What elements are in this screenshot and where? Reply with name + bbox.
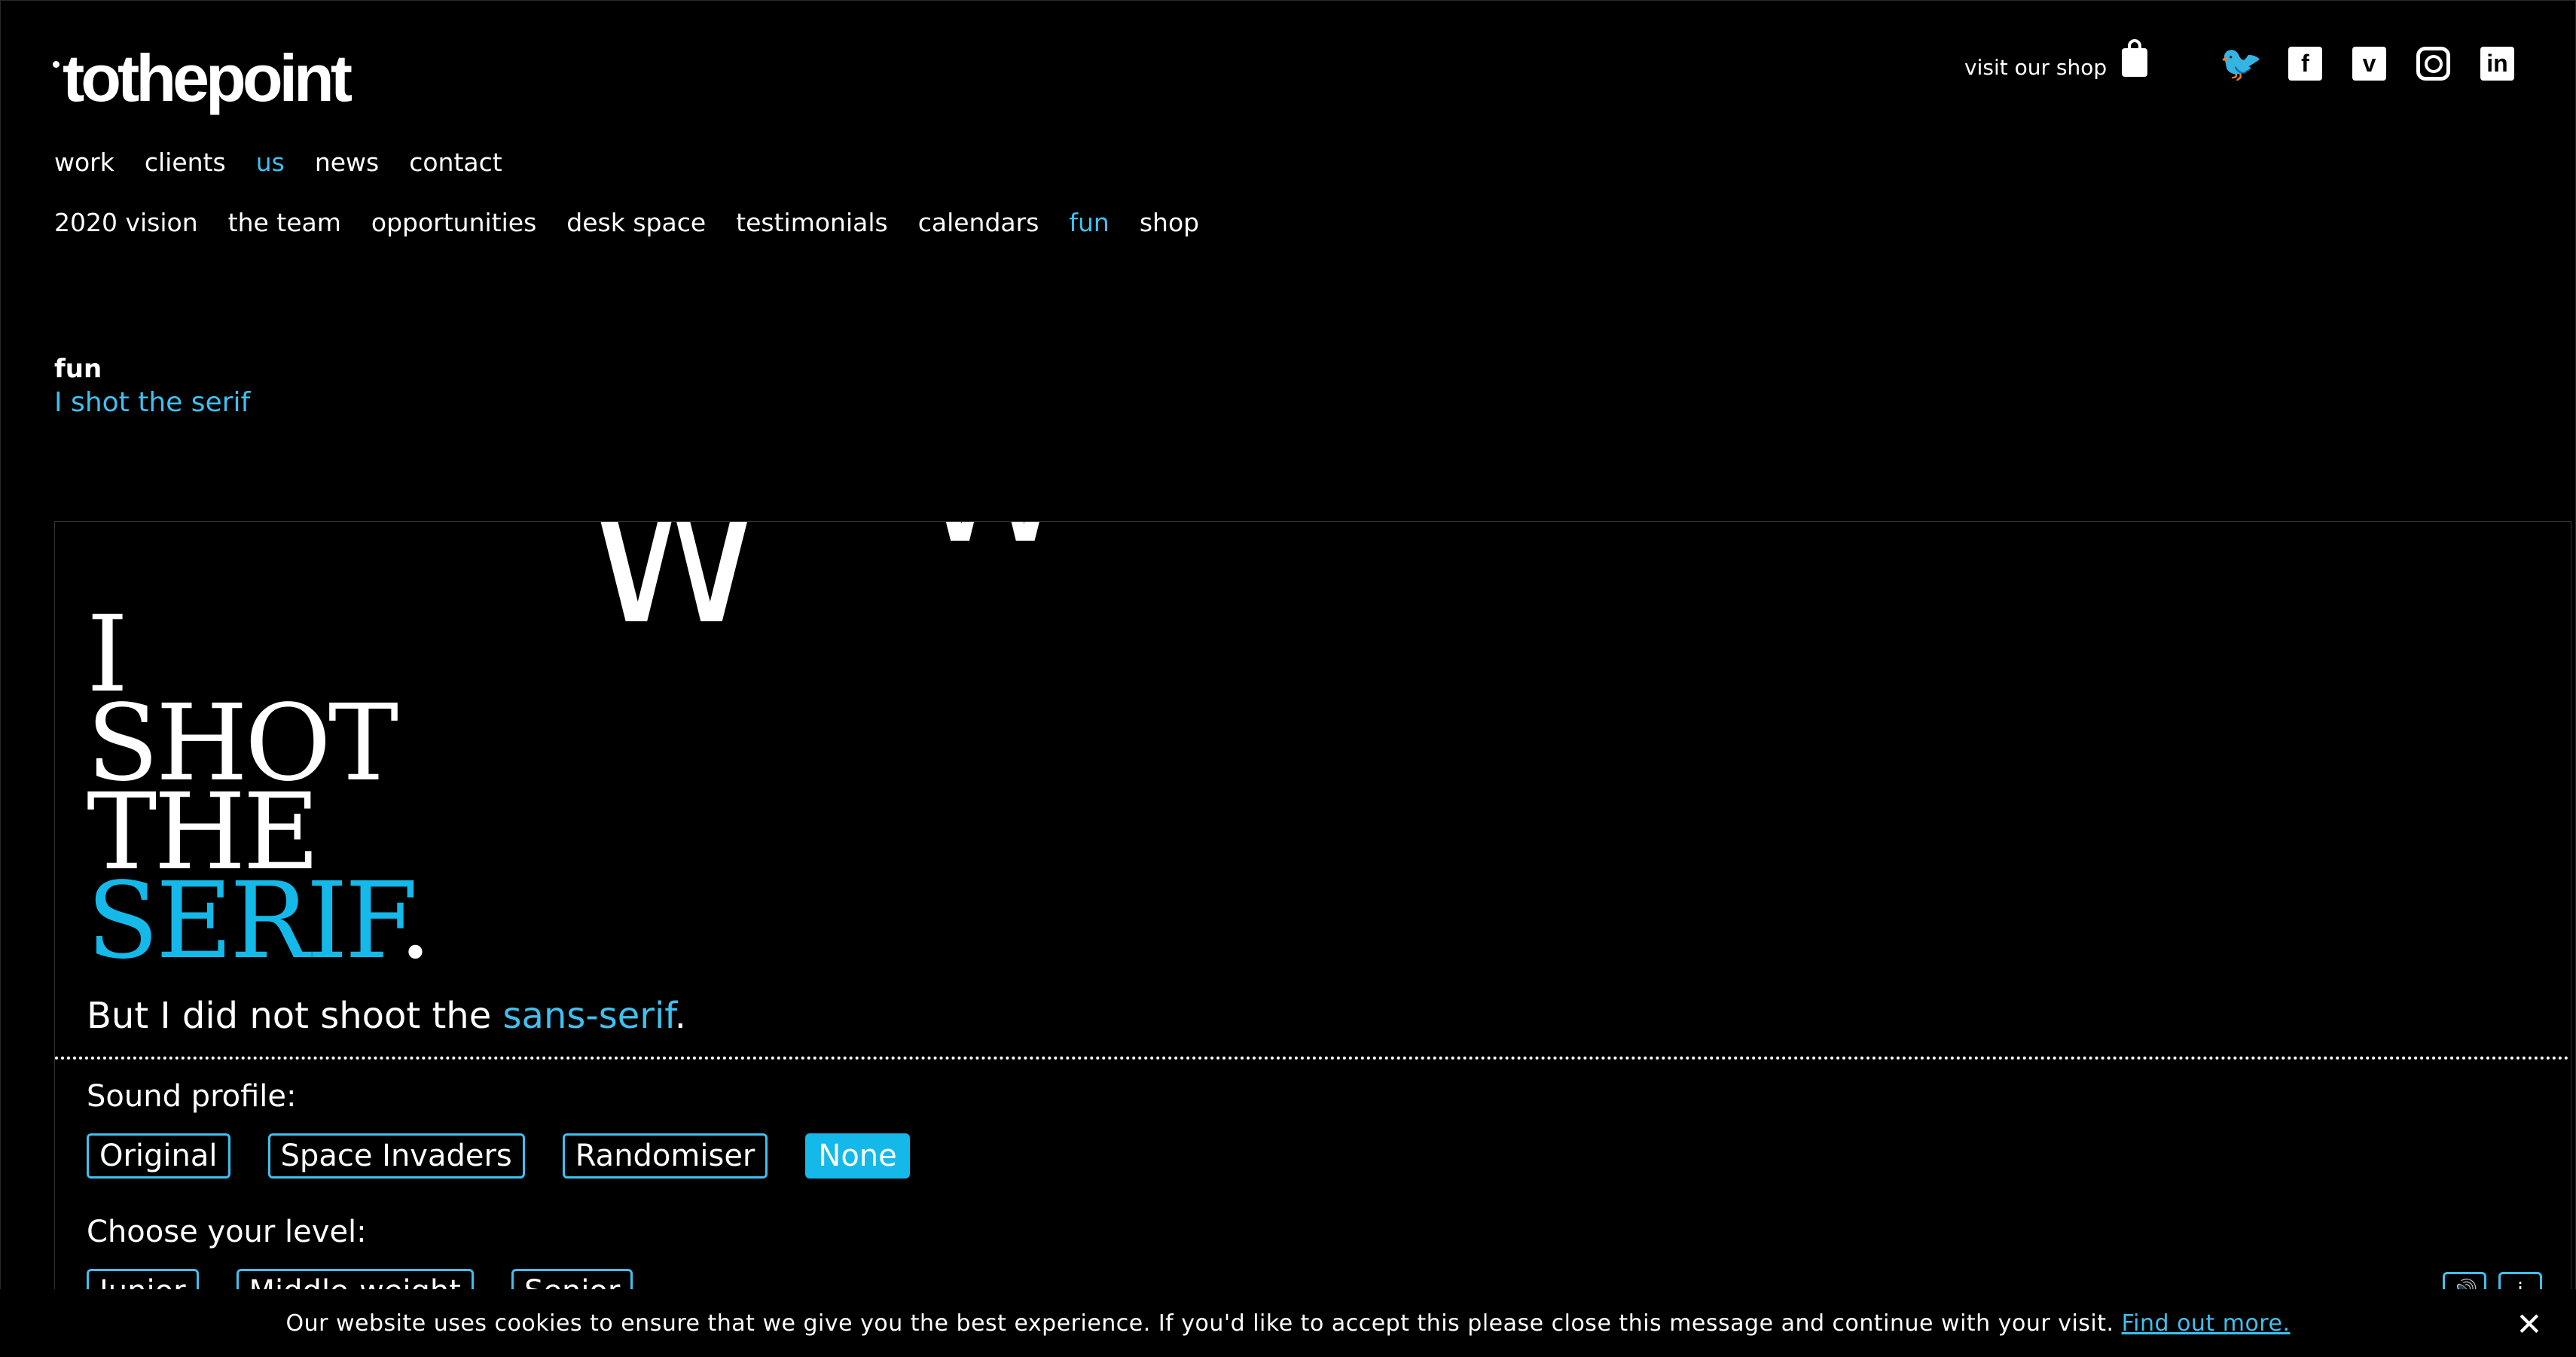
section-title: fun — [54, 354, 102, 384]
nav-item-news[interactable]: news — [315, 148, 379, 177]
tagline-accent: sans-serif — [502, 995, 675, 1037]
cookie-message: Our website uses cookies to ensure that … — [285, 1310, 2114, 1337]
nav-item-the-team[interactable]: the team — [228, 208, 341, 237]
level-junior-button[interactable]: Junior — [87, 1269, 199, 1290]
sound-profile-options: Original Space Invaders Randomiser None — [87, 1133, 910, 1179]
nav-item-clients[interactable]: clients — [145, 148, 226, 177]
sound-none-button[interactable]: None — [805, 1133, 910, 1179]
nav-item-work[interactable]: work — [54, 148, 114, 177]
sound-space-invaders-button[interactable]: Space Invaders — [267, 1133, 525, 1179]
vimeo-icon[interactable]: v — [2352, 47, 2386, 81]
nav-item-fun[interactable]: fun — [1069, 208, 1109, 237]
falling-letter[interactable]: W — [918, 522, 1067, 577]
close-icon[interactable]: ✕ — [2516, 1306, 2543, 1343]
game-tagline: But I did not shoot the sans-serif. — [87, 995, 686, 1037]
shopping-bag-icon — [2122, 39, 2148, 77]
nav-item-desk-space[interactable]: desk space — [566, 208, 706, 237]
social-links: 🐦 f v in — [2220, 44, 2514, 83]
nav-item-opportunities[interactable]: opportunities — [371, 208, 536, 237]
nav-item-shop[interactable]: shop — [1140, 208, 1199, 237]
logo[interactable]: tothepoint — [53, 45, 353, 111]
nav-item-testimonials[interactable]: testimonials — [736, 208, 888, 237]
level-options: Junior Middle-weight Senior — [87, 1269, 633, 1290]
title-period: . — [398, 860, 432, 983]
tagline-start: But I did not shoot the — [87, 995, 503, 1037]
sound-toggle-icon[interactable]: 🔊 — [2443, 1272, 2486, 1290]
shop-link-label: visit our shop — [1964, 54, 2107, 80]
nav-item-2020-vision[interactable]: 2020 vision — [54, 208, 198, 237]
primary-nav: work clients us news contact — [54, 148, 502, 177]
divider — [55, 1057, 2571, 1060]
falling-letter[interactable]: W — [588, 522, 759, 663]
nav-item-calendars[interactable]: calendars — [918, 208, 1039, 237]
twitter-icon[interactable]: 🐦 — [2220, 44, 2263, 83]
level-label: Choose your level: — [87, 1215, 367, 1249]
facebook-icon[interactable]: f — [2288, 47, 2322, 81]
instagram-icon[interactable] — [2416, 47, 2450, 81]
game-title: I SHOT THE SERIF. — [87, 602, 432, 974]
game-panel[interactable]: W W I SHOT THE SERIF. But I did not shoo… — [54, 521, 2571, 1290]
nav-item-us[interactable]: us — [256, 148, 285, 177]
cookie-find-out-more-link[interactable]: Find out more. — [2122, 1310, 2291, 1337]
secondary-nav: 2020 vision the team opportunities desk spa… — [54, 208, 1199, 237]
page-subtitle: I shot the serif — [54, 387, 251, 418]
linkedin-icon[interactable]: in — [2480, 47, 2514, 81]
nav-item-contact[interactable]: contact — [409, 148, 502, 177]
sound-randomiser-button[interactable]: Randomiser — [562, 1133, 768, 1179]
level-middle-weight-button[interactable]: Middle-weight — [236, 1269, 474, 1290]
sound-original-button[interactable]: Original — [87, 1133, 230, 1179]
tagline-end: . — [674, 995, 686, 1037]
level-senior-button[interactable]: Senior — [511, 1269, 633, 1290]
shop-link[interactable]: visit our shop — [1964, 39, 2148, 81]
info-icon[interactable]: i — [2498, 1272, 2542, 1290]
title-accent: SERIF — [87, 860, 401, 983]
sound-profile-label: Sound profile: — [87, 1079, 297, 1114]
cookie-bar: Our website uses cookies to ensure that … — [0, 1289, 2576, 1357]
